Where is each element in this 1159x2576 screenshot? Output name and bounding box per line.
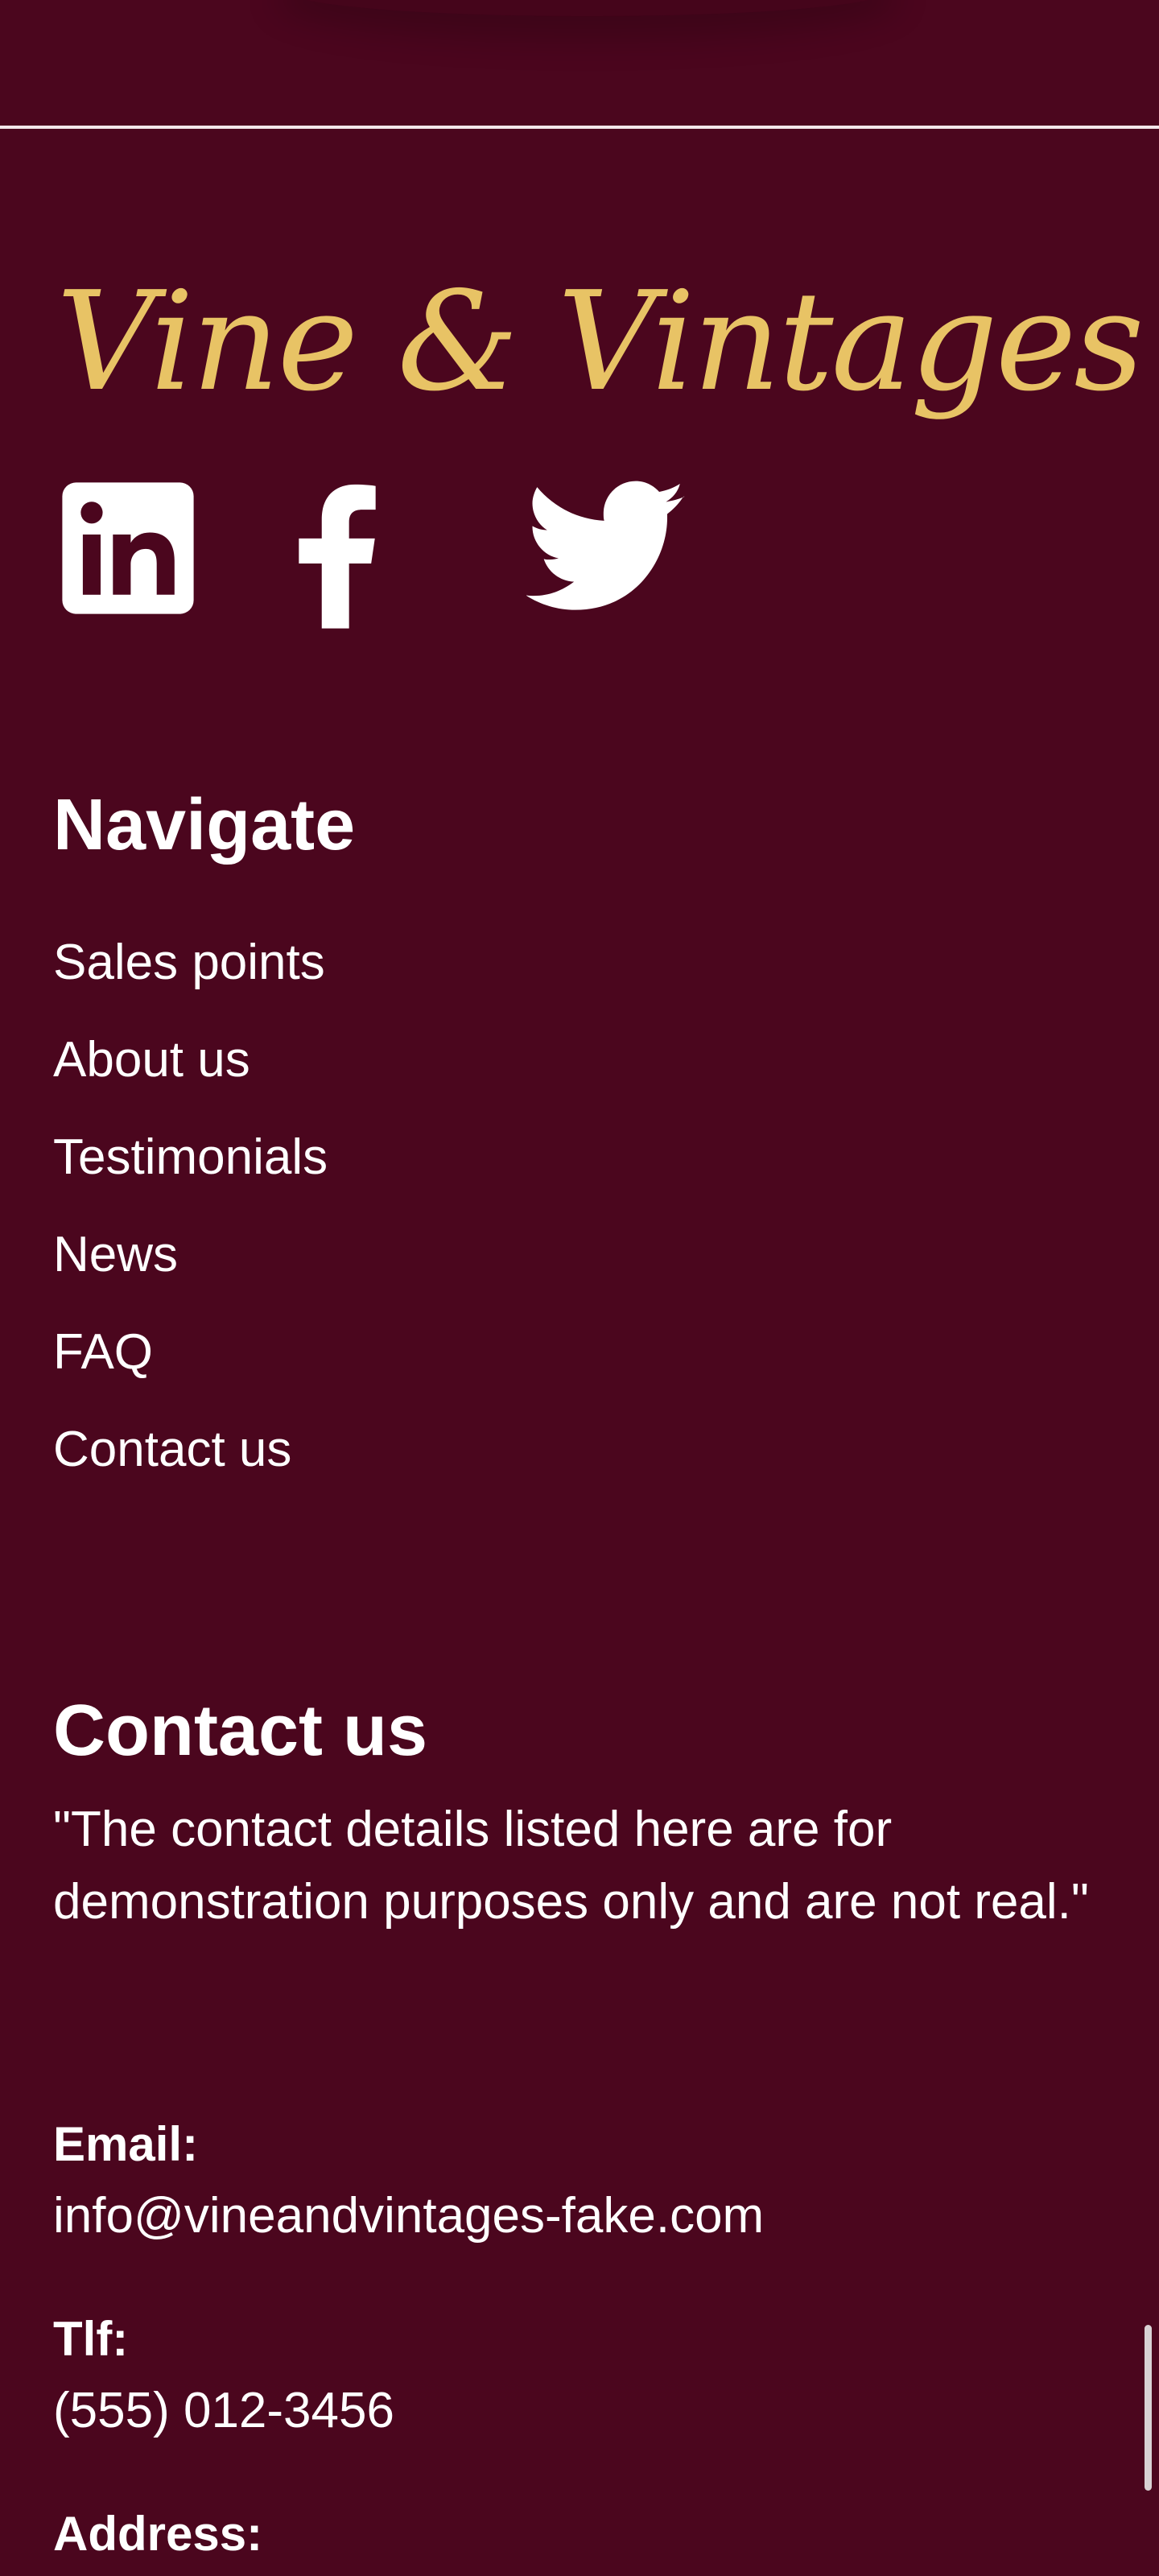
scrollbar-thumb[interactable] [1145, 2325, 1152, 2491]
contact-disclaimer: "The contact details listed here are for… [53, 1802, 1089, 1930]
contact-heading: Contact us [53, 1690, 428, 1771]
nav-link-about-us[interactable]: About us [53, 1032, 250, 1088]
social-links [60, 480, 685, 633]
nav-link-contact-us[interactable]: Contact us [53, 1422, 291, 1477]
nav-link-faq[interactable]: FAQ [53, 1324, 153, 1380]
brand-logo: Vine & Vintages [56, 262, 1145, 422]
navigate-list: Sales points About us Testimonials News … [53, 938, 328, 1522]
nav-link-testimonials[interactable]: Testimonials [53, 1129, 328, 1185]
twitter-icon [526, 480, 685, 617]
linkedin-link[interactable] [60, 480, 204, 633]
list-item: About us [53, 1035, 328, 1133]
facebook-link[interactable] [293, 480, 438, 633]
list-item: FAQ [53, 1327, 328, 1425]
list-item: Testimonials [53, 1133, 328, 1230]
email-link[interactable]: info@vineandvintages-fake.com [53, 2188, 764, 2244]
nav-link-sales-points[interactable]: Sales points [53, 935, 325, 990]
address-label: Address: [53, 2507, 263, 2561]
phone-value: (555) 012-3456 [53, 2386, 394, 2436]
email-label: Email: [53, 2117, 199, 2171]
phone-label: Tlf: [53, 2312, 129, 2366]
linkedin-icon [60, 480, 204, 617]
list-item: News [53, 1230, 328, 1327]
list-item: Sales points [53, 938, 328, 1035]
phone-link[interactable]: (555) 012-3456 [53, 2383, 394, 2438]
facebook-icon [293, 480, 438, 630]
list-item: Contact us [53, 1425, 328, 1522]
navigate-heading: Navigate [53, 785, 356, 865]
twitter-link[interactable] [526, 480, 685, 633]
email-value: info@vineandvintages-fake.com [53, 2191, 764, 2241]
nav-link-news[interactable]: News [53, 1227, 178, 1282]
card-shadow [290, 0, 885, 16]
footer-divider [0, 126, 1159, 129]
